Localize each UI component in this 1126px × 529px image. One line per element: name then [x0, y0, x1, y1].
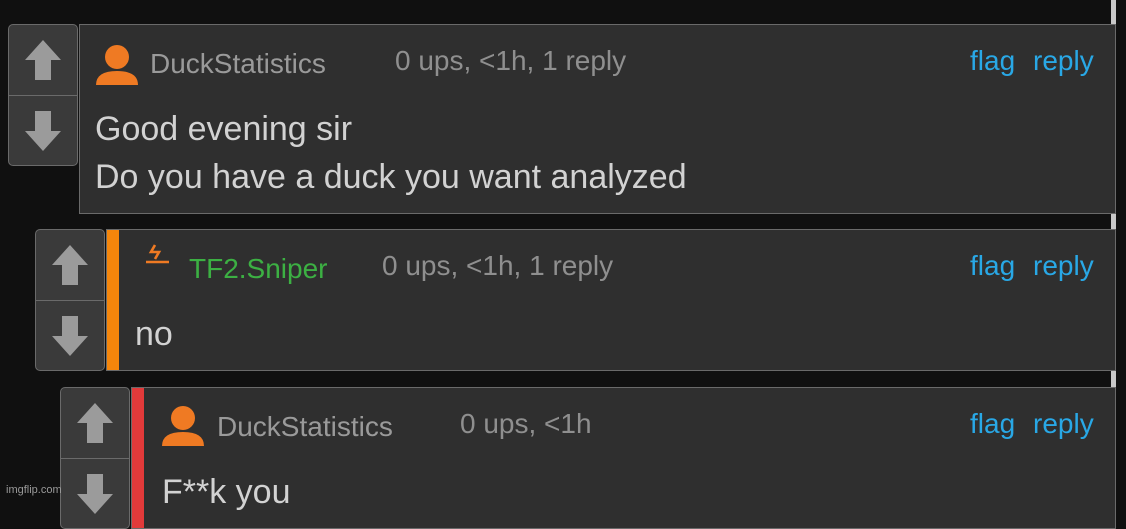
arrow-down-icon [52, 316, 88, 356]
comment-body: TF2.Sniper 0 ups, <1h, 1 reply flag repl… [106, 229, 1116, 371]
reply-link[interactable]: reply [1033, 408, 1094, 440]
vote-box [8, 24, 78, 166]
arrow-up-icon [77, 403, 113, 443]
comment-text: F**k you [162, 468, 291, 516]
comment-line: Do you have a duck you want analyzed [95, 158, 687, 196]
user-avatar-icon [162, 406, 204, 446]
comment-body: DuckStatistics 0 ups, <1h, 1 reply flag … [79, 24, 1116, 214]
downvote-button[interactable] [9, 96, 77, 165]
comment-body: DuckStatistics 0 ups, <1h flag reply F**… [131, 387, 1116, 529]
flag-link[interactable]: flag [970, 408, 1015, 440]
comment-text: Good evening sir Do you have a duck you … [95, 105, 687, 201]
thread-depth-bar [132, 388, 144, 528]
comment-meta: 0 ups, <1h, 1 reply [382, 250, 614, 281]
vote-box [35, 229, 105, 371]
upvote-button[interactable] [61, 388, 129, 458]
user-avatar-icon [96, 45, 138, 85]
comment-meta: 0 ups, <1h, 1 reply [395, 45, 627, 76]
arrow-down-icon [77, 474, 113, 514]
arrow-up-icon [25, 40, 61, 80]
arrow-up-icon [52, 245, 88, 285]
vote-box [60, 387, 130, 529]
comment-text: no [135, 310, 173, 358]
comment-meta: 0 ups, <1h [460, 408, 592, 439]
upvote-button[interactable] [9, 25, 77, 95]
arrow-down-icon [25, 111, 61, 151]
downvote-button[interactable] [36, 301, 104, 370]
comment-line: no [135, 315, 173, 353]
reply-link[interactable]: reply [1033, 45, 1094, 77]
flag-link[interactable]: flag [970, 45, 1015, 77]
thread-depth-bar [107, 230, 119, 370]
upvote-button[interactable] [36, 230, 104, 300]
comment-line: Good evening sir [95, 110, 353, 148]
reply-link[interactable]: reply [1033, 250, 1094, 282]
username[interactable]: DuckStatistics [217, 411, 393, 443]
username[interactable]: DuckStatistics [150, 48, 326, 80]
username[interactable]: TF2.Sniper [189, 253, 328, 285]
downvote-button[interactable] [61, 459, 129, 528]
flag-link[interactable]: flag [970, 250, 1015, 282]
lightning-flair-icon [146, 244, 169, 264]
comment-line: F**k you [162, 473, 291, 511]
imgflip-watermark: imgflip.com [6, 484, 62, 496]
